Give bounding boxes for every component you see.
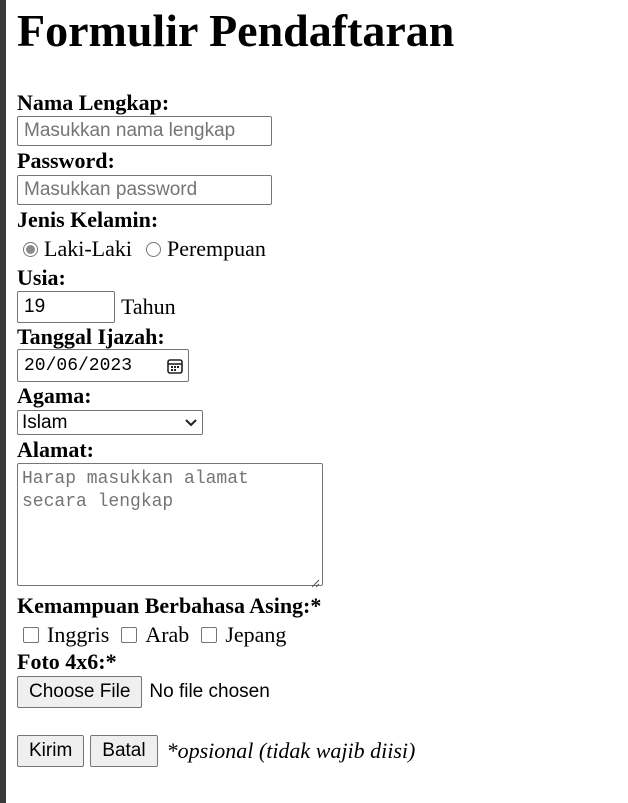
gender-option-male-label: Laki-Laki xyxy=(44,236,132,261)
gender-radio-female[interactable] xyxy=(145,241,161,257)
religion-label: Agama: xyxy=(17,383,92,408)
language-checkbox-japanese[interactable] xyxy=(201,627,218,643)
diploma-date-input[interactable]: 20/06/2023 xyxy=(17,349,189,382)
submit-button[interactable]: Kirim xyxy=(17,735,85,767)
password-label: Password: xyxy=(17,148,115,173)
address-placeholder: Harap masukkan alamat secara lengkap xyxy=(22,469,249,512)
name-input[interactable]: Masukkan nama lengkap xyxy=(17,116,272,146)
cancel-button[interactable]: Batal xyxy=(90,735,158,767)
languages-label: Kemampuan Berbahasa Asing:* xyxy=(17,593,322,618)
chevron-down-icon xyxy=(184,418,198,428)
languages-options: Inggris Arab Jepang xyxy=(17,622,286,648)
name-label: Nama Lengkap: xyxy=(17,90,170,115)
age-value: 19 xyxy=(24,296,46,317)
choose-file-button[interactable]: Choose File xyxy=(17,676,143,708)
gender-label: Jenis Kelamin: xyxy=(17,207,159,232)
language-english-label: Inggris xyxy=(47,622,110,647)
photo-file-input: Choose File No file chosen xyxy=(17,676,270,708)
calendar-icon[interactable] xyxy=(166,357,184,375)
language-japanese-label: Jepang xyxy=(225,622,287,647)
diploma-date-value: 20/06/2023 xyxy=(24,355,133,376)
photo-label: Foto 4x6:* xyxy=(17,649,117,674)
form-actions: Kirim Batal *opsional (tidak wajib diisi… xyxy=(17,735,415,767)
optional-note: *opsional (tidak wajib diisi) xyxy=(166,738,416,763)
password-placeholder: Masukkan password xyxy=(24,179,198,200)
language-checkbox-arabic[interactable] xyxy=(121,627,138,643)
name-placeholder: Masukkan nama lengkap xyxy=(24,120,236,141)
gender-radio-male[interactable] xyxy=(23,241,38,257)
file-status-text: No file chosen xyxy=(149,681,270,702)
age-label: Usia: xyxy=(17,265,66,290)
gender-options: Laki-Laki Perempuan xyxy=(17,236,266,262)
language-checkbox-english[interactable] xyxy=(23,627,39,643)
gender-option-female-label: Perempuan xyxy=(166,236,266,261)
address-textarea[interactable]: Harap masukkan alamat secara lengkap xyxy=(17,463,323,588)
address-label: Alamat: xyxy=(17,437,94,462)
age-row: 19 Tahun xyxy=(17,291,176,323)
age-unit: Tahun xyxy=(121,294,176,319)
age-input[interactable]: 19 xyxy=(17,291,115,323)
religion-selected-value: Islam xyxy=(22,411,68,433)
diploma-date-label: Tanggal Ijazah: xyxy=(17,324,165,349)
resize-grip-icon[interactable] xyxy=(310,573,320,588)
religion-select[interactable]: Islam xyxy=(17,410,203,435)
password-input[interactable]: Masukkan password xyxy=(17,175,272,205)
window-left-border xyxy=(0,0,6,803)
page-title: Formulir Pendaftaran xyxy=(17,5,455,56)
language-arabic-label: Arab xyxy=(145,622,190,647)
